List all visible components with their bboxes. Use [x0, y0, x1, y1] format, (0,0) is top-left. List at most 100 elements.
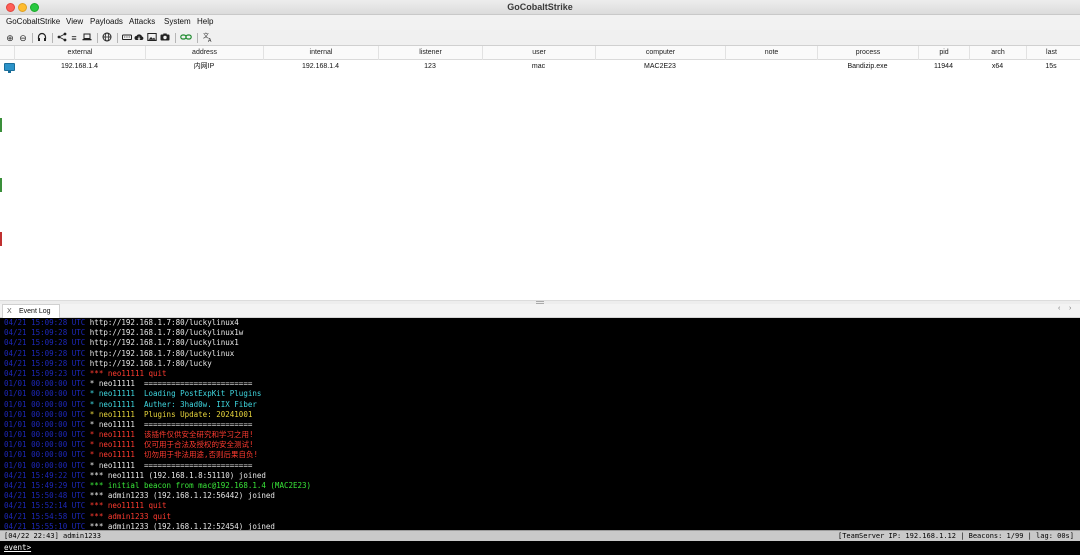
tab-label: Event Log [19, 308, 51, 315]
log-message: * neo11111 Loading PostExpKit Plugins [89, 389, 262, 399]
toolbar-separator [97, 33, 98, 43]
log-message: *** neo11111 (192.168.1.8:51110) joined [89, 470, 266, 480]
status-bar: [04/22 22:43] admin1233 [TeamServer IP: … [0, 530, 1080, 541]
log-timestamp: 04/21 15:09:28 UTC [4, 328, 86, 338]
chevron-right-icon[interactable]: › [1069, 305, 1071, 312]
log-timestamp: 04/21 15:09:23 UTC [4, 368, 86, 378]
plus-circle-icon[interactable]: ⊕ [4, 32, 16, 44]
share-icon[interactable] [56, 32, 68, 44]
column-external[interactable]: external [14, 46, 145, 60]
log-timestamp: 04/21 15:49:22 UTC [4, 470, 86, 480]
column-address[interactable]: address [145, 46, 263, 60]
picture-icon[interactable] [146, 32, 158, 44]
log-message: *** neo11111 quit [89, 501, 167, 511]
log-timestamp: 04/21 15:09:28 UTC [4, 318, 86, 327]
column-arch[interactable]: arch [969, 46, 1026, 60]
list-icon[interactable]: ≡ [68, 32, 80, 44]
menu-attacks[interactable]: Attacks [129, 17, 155, 26]
column-listener[interactable]: listener [378, 46, 482, 60]
log-timestamp: 01/01 00:00:00 UTC [4, 389, 86, 399]
log-line: 01/01 00:00:00 UTC * neo11111 ==========… [0, 420, 1080, 430]
toolbar: ⊕ ⊖ ≡ 文 A [0, 30, 1080, 46]
log-line: 04/21 15:50:48 UTC *** admin1233 (192.16… [0, 491, 1080, 501]
log-line: 01/01 00:00:00 UTC * neo11111 Plugins Up… [0, 410, 1080, 420]
command-prompt: event> [4, 543, 32, 552]
log-message: * neo11111 Plugins Update: 20241001 [89, 409, 253, 419]
log-line: 04/21 15:09:28 UTC http://192.168.1.7:80… [0, 359, 1080, 369]
menu-system[interactable]: System [164, 17, 191, 26]
log-line: 04/21 15:54:58 UTC *** admin1233 quit [0, 512, 1080, 522]
beacon-table-header: external address internal listener user … [0, 46, 1080, 60]
keyboard-icon[interactable] [121, 32, 133, 44]
laptop-icon[interactable] [81, 32, 93, 44]
command-input[interactable] [40, 542, 1070, 554]
column-pid[interactable]: pid [918, 46, 969, 60]
column-note[interactable]: note [725, 46, 817, 60]
beacon-row[interactable]: 192.168.1.4 内网IP 192.168.1.4 123 mac MAC… [0, 60, 1080, 74]
log-timestamp: 04/21 15:49:29 UTC [4, 481, 86, 490]
log-timestamp: 04/21 15:52:14 UTC [4, 501, 86, 511]
translate-icon[interactable]: 文A [202, 32, 214, 44]
toolbar-separator [32, 33, 33, 43]
cell-note [725, 60, 817, 74]
log-line: 04/21 15:09:28 UTC http://192.168.1.7:80… [0, 328, 1080, 338]
toolbar-separator [52, 33, 53, 43]
log-timestamp: 01/01 00:00:00 UTC [4, 419, 86, 429]
column-computer[interactable]: computer [595, 46, 725, 60]
log-message: * neo11111 切勿用于非法用途,否则后果自负! [89, 450, 259, 460]
menu-gocobaltstrike[interactable]: GoCobaltStrike [6, 17, 60, 26]
log-line: 01/01 00:00:00 UTC * neo11111 仅可用于合法及授权的… [0, 440, 1080, 450]
cloud-download-icon[interactable] [133, 32, 145, 44]
command-bar: event> [0, 541, 1080, 555]
chevron-left-icon[interactable]: ‹ [1058, 305, 1060, 312]
column-last[interactable]: last [1026, 46, 1076, 60]
log-message: *** neo11111 quit [89, 368, 167, 378]
edge-marker [0, 178, 2, 192]
toolbar-separator [117, 33, 118, 43]
log-message: *** admin1233 quit [89, 511, 172, 521]
log-timestamp: 04/21 15:54:58 UTC [4, 511, 86, 521]
event-log-console[interactable]: 04/21 15:09:28 UTC http://192.168.1.7:80… [0, 318, 1080, 530]
log-timestamp: 04/21 15:55:10 UTC [4, 521, 86, 530]
tab-close-icon[interactable]: X [7, 305, 12, 318]
log-message: http://192.168.1.7:80/luckylinux1 [89, 338, 239, 348]
log-timestamp: 04/21 15:50:48 UTC [4, 491, 86, 501]
log-line: 04/21 15:09:28 UTC http://192.168.1.7:80… [0, 318, 1080, 328]
log-timestamp: 01/01 00:00:00 UTC [4, 399, 86, 409]
tab-event-log[interactable]: X Event Log [2, 304, 60, 318]
log-line: 01/01 00:00:00 UTC * neo11111 切勿用于非法用途,否… [0, 450, 1080, 460]
log-line: 01/01 00:00:00 UTC * neo11111 该插件仅供安全研究和… [0, 430, 1080, 440]
edge-marker [0, 232, 2, 246]
log-line: 04/21 15:55:10 UTC *** admin1233 (192.16… [0, 522, 1080, 530]
log-line: 01/01 00:00:00 UTC * neo11111 Auther: 3h… [0, 400, 1080, 410]
headphones-icon[interactable] [36, 32, 48, 44]
camera-icon[interactable] [159, 32, 171, 44]
log-line: 04/21 15:49:29 UTC *** initial beacon fr… [0, 481, 1080, 491]
cell-last: 15s [1045, 63, 1057, 70]
column-user[interactable]: user [482, 46, 595, 60]
log-line: 04/21 15:09:28 UTC http://192.168.1.7:80… [0, 338, 1080, 348]
globe-icon[interactable] [101, 32, 113, 44]
log-message: * neo11111 ======================== [89, 460, 253, 470]
column-process[interactable]: process [817, 46, 918, 60]
log-timestamp: 01/01 00:00:00 UTC [4, 430, 86, 440]
link-icon[interactable] [180, 32, 192, 44]
log-line: 04/21 15:09:23 UTC *** neo11111 quit [0, 369, 1080, 379]
log-message: http://192.168.1.7:80/lucky [89, 358, 212, 368]
log-line: 04/21 15:49:22 UTC *** neo11111 (192.168… [0, 471, 1080, 481]
cell-address: 内网IP [193, 63, 215, 70]
log-message: *** admin1233 (192.168.1.12:56442) joine… [89, 491, 275, 501]
minus-circle-icon[interactable]: ⊖ [17, 32, 29, 44]
cell-internal: 192.168.1.4 [302, 63, 339, 70]
log-timestamp: 04/21 15:09:28 UTC [4, 338, 86, 348]
menu-help[interactable]: Help [197, 17, 213, 26]
cell-computer: MAC2E23 [644, 63, 676, 70]
cell-external: 192.168.1.4 [61, 63, 98, 70]
toolbar-separator [175, 33, 176, 43]
menu-view[interactable]: View [66, 17, 83, 26]
log-timestamp: 01/01 00:00:00 UTC [4, 440, 86, 450]
menu-payloads[interactable]: Payloads [90, 17, 123, 26]
window-title: GoCobaltStrike [507, 2, 573, 12]
log-timestamp: 04/21 15:09:28 UTC [4, 358, 86, 368]
column-internal[interactable]: internal [263, 46, 378, 60]
